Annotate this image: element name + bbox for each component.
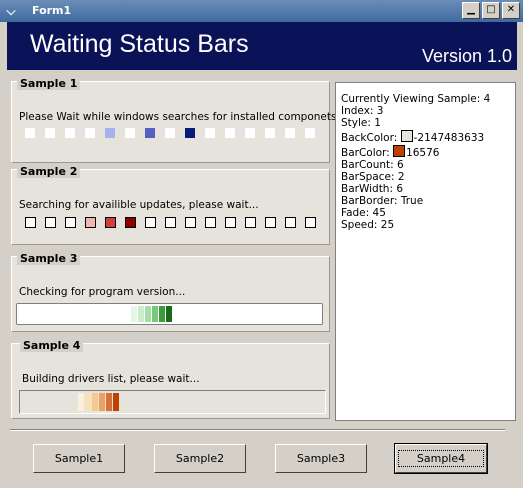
info-line-barcolor: BarColor: 16576	[341, 145, 439, 159]
info-line-fade: Fade: 45	[341, 207, 386, 219]
sample2-button-label: Sample2	[175, 452, 225, 465]
sample1-button-label: Sample1	[54, 452, 104, 465]
title-bar: ⌵ Form1 ▁ □ ✕	[0, 0, 523, 22]
version-label: Version 1.0	[421, 46, 512, 66]
info-backcolor-value: -2147483633	[413, 132, 485, 144]
sample2-bar-cell	[205, 217, 216, 228]
sample4-message: Building drivers list, please wait...	[22, 373, 200, 385]
minimize-button[interactable]: ▁	[462, 2, 480, 19]
sample2-button[interactable]: Sample2	[154, 444, 246, 473]
sample4-bar-cell	[78, 393, 84, 411]
sample1-bar-cell	[145, 128, 155, 138]
info-line-style: Style: 1	[341, 117, 381, 129]
sample2-bar-cell	[245, 217, 256, 228]
sample1-bar-cell	[225, 128, 235, 138]
info-line-barspace: BarSpace: 2	[341, 171, 405, 183]
sample3-message: Checking for program version...	[19, 286, 186, 298]
separator	[10, 429, 505, 431]
sample2-bar-cell	[185, 217, 196, 228]
sample2-bar-cell	[285, 217, 296, 228]
sample4-bar-cell	[106, 393, 112, 411]
info-line-barcount: BarCount: 6	[341, 159, 404, 171]
sample1-bar-cell	[285, 128, 295, 138]
sample3-bar-cell	[138, 306, 144, 322]
sample1-header: Sample 1	[17, 77, 81, 90]
sample4-button[interactable]: Sample4	[394, 443, 488, 474]
sample1-bar-cell	[105, 128, 115, 138]
sample2-bar-cell	[305, 217, 316, 228]
sample2-bar-cell	[65, 217, 76, 228]
sample4-header: Sample 4	[20, 339, 84, 352]
window-menu-icon[interactable]: ⌵	[3, 3, 19, 19]
sample4-bar-cells	[20, 391, 325, 413]
sample1-bar-cell	[265, 128, 275, 138]
sample4-bar-cell	[99, 393, 105, 411]
info-line-index: Index: 3	[341, 105, 384, 117]
sample3-bar-cells	[17, 304, 322, 324]
sample1-bar-cell	[85, 128, 95, 138]
sample1-button[interactable]: Sample1	[33, 444, 125, 473]
sample3-panel: Sample 3 Checking for program version...	[11, 252, 330, 332]
window-title: Form1	[32, 4, 72, 17]
sample1-bar-cell	[65, 128, 75, 138]
banner: Waiting Status Bars Version 1.0	[7, 22, 517, 70]
sample2-bar-cell	[265, 217, 276, 228]
sample3-header: Sample 3	[17, 252, 81, 265]
sample2-header: Sample 2	[17, 165, 81, 178]
sample3-bar-cell	[145, 306, 151, 322]
sample2-bar-cell	[85, 217, 96, 228]
sample1-bar-cell	[205, 128, 215, 138]
barcolor-swatch	[393, 145, 406, 157]
info-panel: Currently Viewing Sample: 4 Index: 3 Sty…	[335, 82, 516, 421]
sample2-bar-cell	[45, 217, 56, 228]
sample4-bar-cell	[85, 393, 91, 411]
sample1-message: Please Wait while windows searches for i…	[19, 111, 347, 123]
sample4-button-label: Sample4	[397, 450, 485, 467]
sample4-panel: Sample 4 Building drivers list, please w…	[11, 339, 330, 419]
sample1-bar-cell	[245, 128, 255, 138]
sample4-bar-cell	[113, 393, 119, 411]
sample1-panel: Sample 1 Please Wait while windows searc…	[11, 77, 347, 163]
sample3-status-bar	[16, 303, 323, 325]
info-backcolor-label: BackColor:	[341, 132, 401, 144]
maximize-button[interactable]: □	[482, 2, 500, 19]
sample1-bar-cell	[185, 128, 195, 138]
sample4-status-bar	[19, 390, 326, 414]
sample2-message: Searching for availible updates, please …	[19, 199, 259, 211]
sample2-bar-cell	[105, 217, 116, 228]
sample1-bar-cell	[25, 128, 35, 138]
info-barcolor-label: BarColor:	[341, 147, 394, 159]
info-line-backcolor: BackColor: -2147483633	[341, 130, 484, 144]
info-line-barwidth: BarWidth: 6	[341, 183, 404, 195]
sample1-bar-cell	[305, 128, 315, 138]
backcolor-swatch	[400, 130, 413, 142]
sample2-bar-cell	[165, 217, 176, 228]
info-barcolor-value: 16576	[406, 147, 440, 159]
sample3-bar-cell	[152, 306, 158, 322]
sample3-button[interactable]: Sample3	[275, 444, 367, 473]
sample3-bar-cell	[159, 306, 165, 322]
info-line-sample: Currently Viewing Sample: 4	[341, 93, 491, 105]
sample2-bar-cell	[25, 217, 36, 228]
close-button[interactable]: ✕	[502, 2, 520, 19]
sample1-bar-cell	[125, 128, 135, 138]
sample4-bar-cell	[92, 393, 98, 411]
banner-title: Waiting Status Bars	[30, 30, 249, 58]
sample3-button-label: Sample3	[296, 452, 346, 465]
sample2-bar-cell	[145, 217, 156, 228]
info-line-speed: Speed: 25	[341, 219, 395, 231]
sample1-bar-cell	[45, 128, 55, 138]
sample1-bar-cell	[165, 128, 175, 138]
info-line-barborder: BarBorder: True	[341, 195, 424, 207]
sample2-bar-cell	[125, 217, 136, 228]
sample3-bar-cell	[166, 306, 172, 322]
sample2-bar-cell	[225, 217, 236, 228]
sample3-bar-cell	[131, 306, 137, 322]
sample2-panel: Sample 2 Searching for availible updates…	[11, 165, 330, 245]
